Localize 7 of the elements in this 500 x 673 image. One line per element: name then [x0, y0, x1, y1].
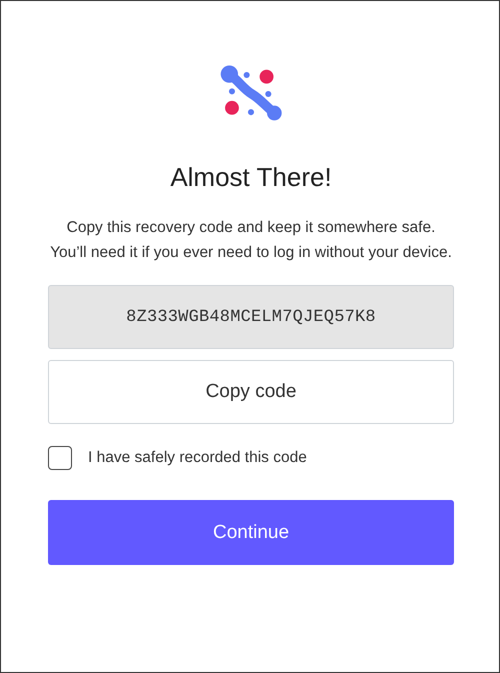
checkbox-label: I have safely recorded this code — [88, 449, 307, 467]
instructions-text: Copy this recovery code and keep it somewhere safe. You’ll need it if you ever need to log in without your device. — [49, 218, 453, 263]
confirm-checkbox[interactable] — [48, 446, 72, 470]
continue-button[interactable]: Continue — [48, 500, 454, 565]
recovery-code-field: 8Z333WGB48MCELM7QJEQ57K8 — [48, 285, 454, 349]
copy-code-button[interactable]: Copy code — [48, 360, 454, 424]
page-title: Almost There! — [170, 162, 332, 193]
